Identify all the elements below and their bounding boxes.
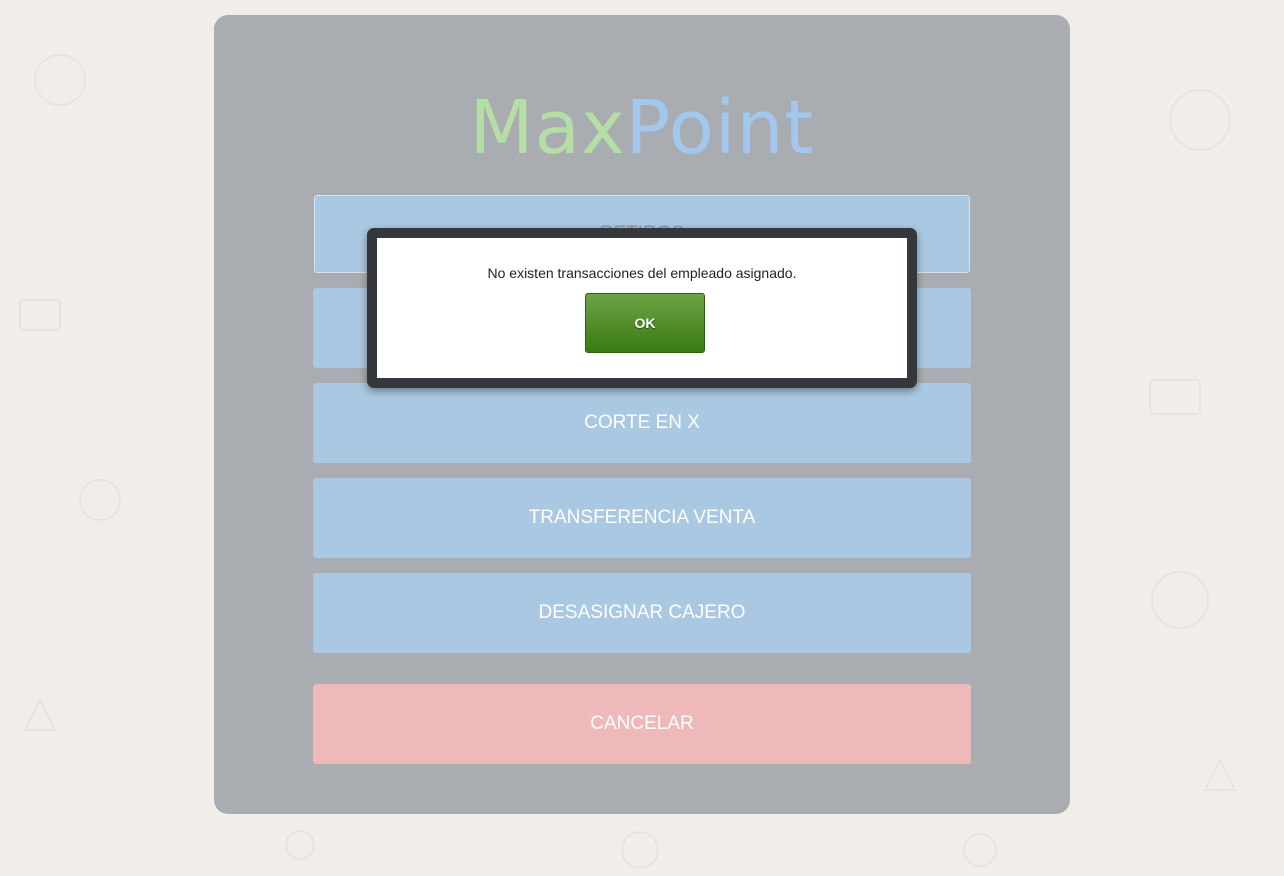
alert-dialog-body: No existen transacciones del empleado as… bbox=[377, 238, 907, 378]
alert-dialog: No existen transacciones del empleado as… bbox=[367, 228, 917, 388]
cancel-label: CANCELAR bbox=[590, 713, 694, 734]
logo-point: Point bbox=[625, 85, 815, 171]
desasignar-cajero-label: DESASIGNAR CAJERO bbox=[538, 602, 746, 623]
corte-en-x-button[interactable]: CORTE EN X bbox=[313, 383, 971, 463]
transferencia-venta-button[interactable]: TRANSFERENCIA VENTA bbox=[313, 478, 971, 558]
corte-en-x-label: CORTE EN X bbox=[584, 412, 700, 433]
cancel-button[interactable]: CANCELAR bbox=[313, 684, 971, 764]
logo-max: Max bbox=[469, 85, 626, 171]
desasignar-cajero-button[interactable]: DESASIGNAR CAJERO bbox=[313, 573, 971, 653]
alert-message: No existen transacciones del empleado as… bbox=[487, 265, 797, 281]
ok-label: OK bbox=[634, 315, 656, 331]
transferencia-venta-label: TRANSFERENCIA VENTA bbox=[528, 507, 756, 528]
ok-button[interactable]: OK bbox=[585, 293, 705, 353]
main-panel: MaxPoint RETIROS CORTE EN X TRANSFERENCI… bbox=[214, 15, 1070, 814]
app-logo: MaxPoint bbox=[214, 85, 1070, 171]
